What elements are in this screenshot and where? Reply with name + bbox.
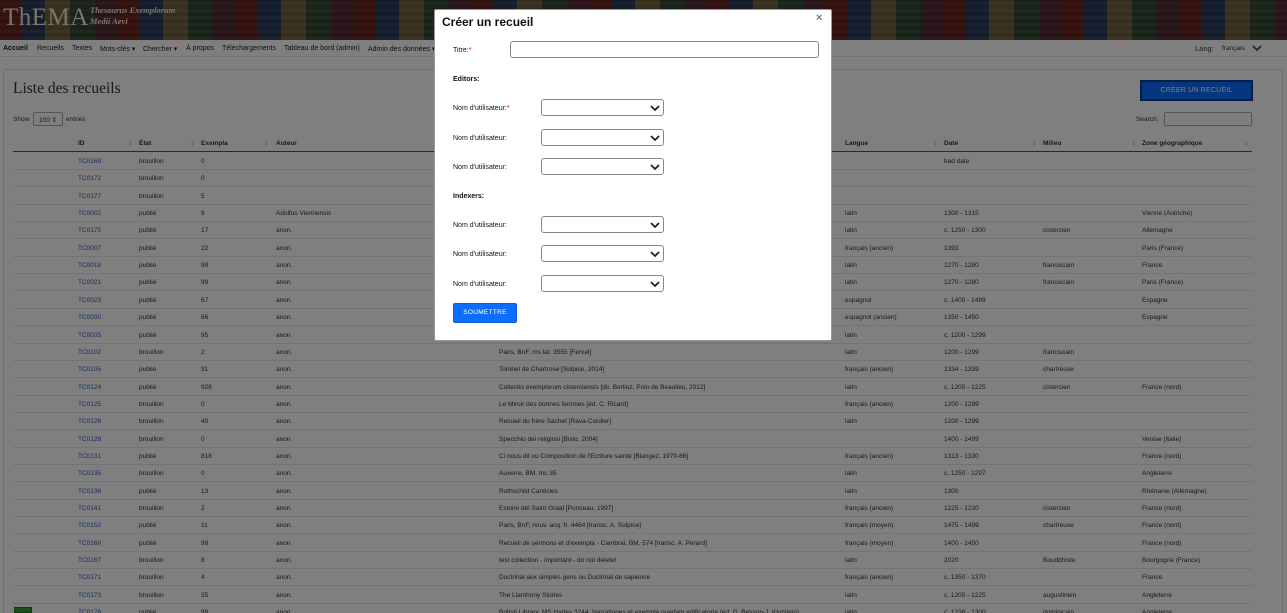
title-field-label: Titre:* (453, 47, 471, 54)
editor-2-label: Nom d'utilisateur: (453, 135, 507, 142)
indexer-3-label: Nom d'utilisateur: (453, 281, 507, 288)
indexer-3-select[interactable] (541, 275, 664, 292)
title-label-text: Titre: (453, 47, 469, 54)
editor-3-select[interactable] (541, 158, 664, 175)
required-mark: * (468, 47, 472, 54)
required-mark: * (506, 105, 510, 112)
chevron-down-icon (650, 251, 660, 258)
title-input[interactable] (510, 41, 819, 58)
editor-1-label-text: Nom d'utilisateur: (453, 105, 507, 112)
editor-1-select[interactable] (541, 99, 664, 116)
editor-3-label: Nom d'utilisateur: (453, 164, 507, 171)
modal-title: Créer un recueil (442, 15, 534, 29)
indexer-1-select[interactable] (541, 216, 664, 233)
editors-heading: Editors: (453, 76, 480, 83)
submit-button[interactable]: SOUMETTRE (453, 303, 517, 323)
chevron-down-icon (650, 281, 660, 288)
editor-2-select[interactable] (541, 129, 664, 146)
chevron-down-icon (650, 222, 660, 229)
close-icon[interactable]: × (816, 12, 822, 24)
chevron-down-icon (650, 135, 660, 142)
create-collection-modal: Créer un recueil × Titre:* Editors: Nom … (434, 9, 832, 341)
editor-1-label: Nom d'utilisateur:* (453, 105, 510, 112)
indexers-heading: Indexers: (453, 193, 485, 200)
indexer-2-label: Nom d'utilisateur: (453, 251, 507, 258)
chevron-down-icon (650, 105, 660, 112)
indexer-2-select[interactable] (541, 245, 664, 262)
indexer-1-label: Nom d'utilisateur: (453, 222, 507, 229)
chevron-down-icon (650, 164, 660, 171)
